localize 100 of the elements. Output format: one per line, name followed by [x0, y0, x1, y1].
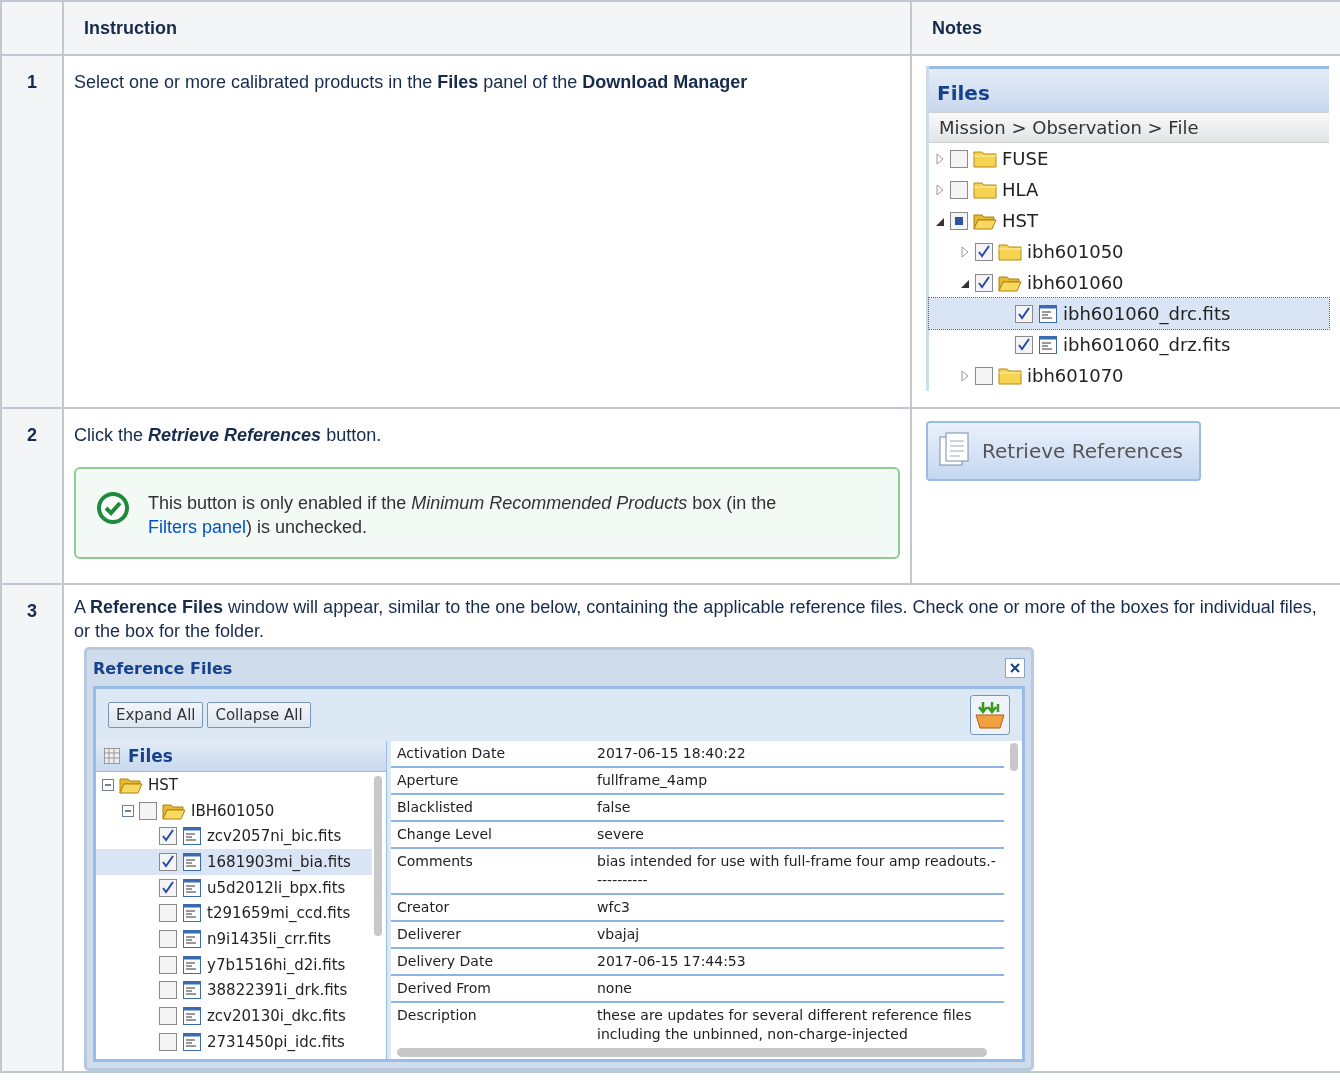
property-name: Change Level [397, 825, 493, 844]
tree-label: ibh601060_drc.fits [1063, 303, 1231, 324]
file-icon [182, 851, 202, 872]
tree-row[interactable]: zcv20130i_dkc.fits [96, 1003, 372, 1029]
panel-title: Files [929, 66, 1329, 111]
file-icon [182, 928, 202, 949]
tree-row[interactable]: ibh601060_drz.fits [929, 329, 1329, 360]
tree-row[interactable]: 38822391i_drk.fits [96, 977, 372, 1004]
expand-triangle-icon[interactable] [935, 152, 945, 165]
tree-row[interactable]: y7b1516hi_d2i.fits [96, 951, 372, 978]
checkbox[interactable] [139, 801, 157, 820]
instruction-text: Select one or more calibrated products in the Files panel of the Download Manager [74, 71, 749, 94]
tree-row[interactable]: ibh601060 [929, 267, 1329, 298]
file-icon [182, 980, 202, 1001]
column-header: Notes [932, 17, 982, 38]
tree-row[interactable]: IBH601050 [96, 797, 372, 824]
file-icon [182, 1031, 202, 1052]
scrollbar-thumb[interactable] [374, 776, 382, 936]
close-button[interactable] [1005, 658, 1025, 678]
checkbox[interactable] [975, 273, 993, 292]
expand-triangle-icon[interactable] [935, 183, 945, 196]
collapse-icon[interactable] [122, 804, 134, 817]
tree-row[interactable]: HST [929, 205, 1329, 236]
tree-label: FUSE [1002, 148, 1049, 169]
close-icon [1009, 662, 1021, 674]
tree-label: HST [1002, 210, 1038, 231]
tree-label: ibh601060 [1027, 272, 1124, 293]
check-circle-icon [96, 491, 130, 525]
tree-row[interactable]: ibh601070 [929, 360, 1329, 391]
checkbox[interactable] [159, 981, 177, 1000]
checkbox[interactable] [159, 904, 177, 923]
checkbox[interactable] [159, 929, 177, 948]
checkbox[interactable] [159, 852, 177, 871]
tree-label: 38822391i_drk.fits [207, 981, 348, 1000]
toolbar-button[interactable]: Expand All [108, 702, 204, 728]
checkbox[interactable] [975, 242, 993, 261]
tree-label: n9i1435li_crr.fits [207, 929, 332, 948]
filters-panel-link[interactable]: Filters panel [148, 517, 247, 537]
instruction-text: Click the Retrieve References button. [74, 424, 383, 447]
file-icon [182, 954, 202, 975]
tree-row[interactable]: u5d2012li_bpx.fits [96, 874, 372, 901]
tree-label: y7b1516hi_d2i.fits [207, 955, 346, 974]
property-name: Description [397, 1006, 478, 1025]
folder-icon [998, 241, 1022, 262]
property-value: vbajaj [597, 925, 641, 944]
retrieve-references-button[interactable]: Retrieve References [926, 421, 1201, 481]
tree-label: t291659mi_ccd.fits [207, 904, 351, 923]
collapse-icon[interactable] [102, 778, 114, 791]
tree-row[interactable]: 2731450pi_idc.fits [96, 1028, 372, 1055]
scrollbar-thumb[interactable] [397, 1047, 987, 1057]
property-name: Activation Date [397, 744, 506, 763]
property-value: 2017-06-15 17:44:53 [597, 952, 747, 971]
property-name: Blacklisted [397, 798, 474, 817]
tree-label: 2731450pi_idc.fits [207, 1032, 345, 1051]
tree-label: u5d2012li_bpx.fits [207, 878, 346, 897]
tree-label: HST [148, 775, 178, 794]
step-number: 1 [27, 72, 37, 92]
tree-row[interactable]: ibh601060_drc.fits [929, 298, 1329, 329]
tree-row[interactable]: t291659mi_ccd.fits [96, 900, 372, 927]
tree-label: 1681903mi_bia.fits [207, 852, 351, 871]
file-icon [182, 877, 202, 898]
property-value: wfc3 [597, 898, 631, 917]
folder-icon [998, 365, 1022, 386]
property-value: 2017-06-15 18:40:22 [597, 744, 747, 763]
expand-triangle-icon[interactable] [960, 369, 970, 382]
checkbox[interactable] [159, 955, 177, 974]
checkbox[interactable] [1015, 304, 1033, 323]
checkbox[interactable] [950, 211, 968, 230]
tree-row[interactable]: ibh601050 [929, 236, 1329, 267]
file-icon [1038, 334, 1058, 355]
property-value: fullframe_4amp [597, 771, 709, 790]
tree-row[interactable]: n9i1435li_crr.fits [96, 926, 372, 952]
property-name: Comments [397, 852, 474, 871]
tree-row[interactable]: 1681903mi_bia.fits [96, 849, 372, 875]
tree-row[interactable]: HST [96, 772, 372, 798]
folder-icon [973, 148, 997, 169]
download-button[interactable] [970, 695, 1010, 735]
tree-label: HLA [1002, 179, 1039, 200]
panel-title: Files [128, 746, 173, 766]
tree-label: ibh601070 [1027, 365, 1124, 386]
checkbox[interactable] [159, 1032, 177, 1051]
tree-row[interactable]: HLA [929, 174, 1329, 205]
step-number: 3 [27, 601, 37, 621]
property-value: these are updates for several different reference files including the unbinned, non-charge-injected [597, 1006, 973, 1044]
tree-label: ibh601060_drz.fits [1063, 334, 1231, 355]
checkbox[interactable] [975, 366, 993, 385]
scrollbar-thumb[interactable] [1010, 743, 1018, 771]
checkbox[interactable] [950, 180, 968, 199]
instruction-text: A Reference Files window will appear, similar to the one below, containing the applicable reference files. Check one or more of the boxes for individual files, or the box for the folder. [74, 596, 1318, 643]
checkbox[interactable] [159, 1007, 177, 1026]
toolbar-button[interactable]: Collapse All [207, 702, 311, 728]
tree-row[interactable]: FUSE [929, 143, 1329, 174]
checkbox[interactable] [950, 149, 968, 168]
checkbox[interactable] [1015, 335, 1033, 354]
property-value: none [597, 979, 633, 998]
checkbox[interactable] [159, 827, 177, 846]
checkbox[interactable] [159, 878, 177, 897]
expand-triangle-icon[interactable] [960, 245, 970, 258]
property-name: Derived From [397, 979, 492, 998]
tree-row[interactable]: zcv2057ni_bic.fits [96, 823, 372, 850]
